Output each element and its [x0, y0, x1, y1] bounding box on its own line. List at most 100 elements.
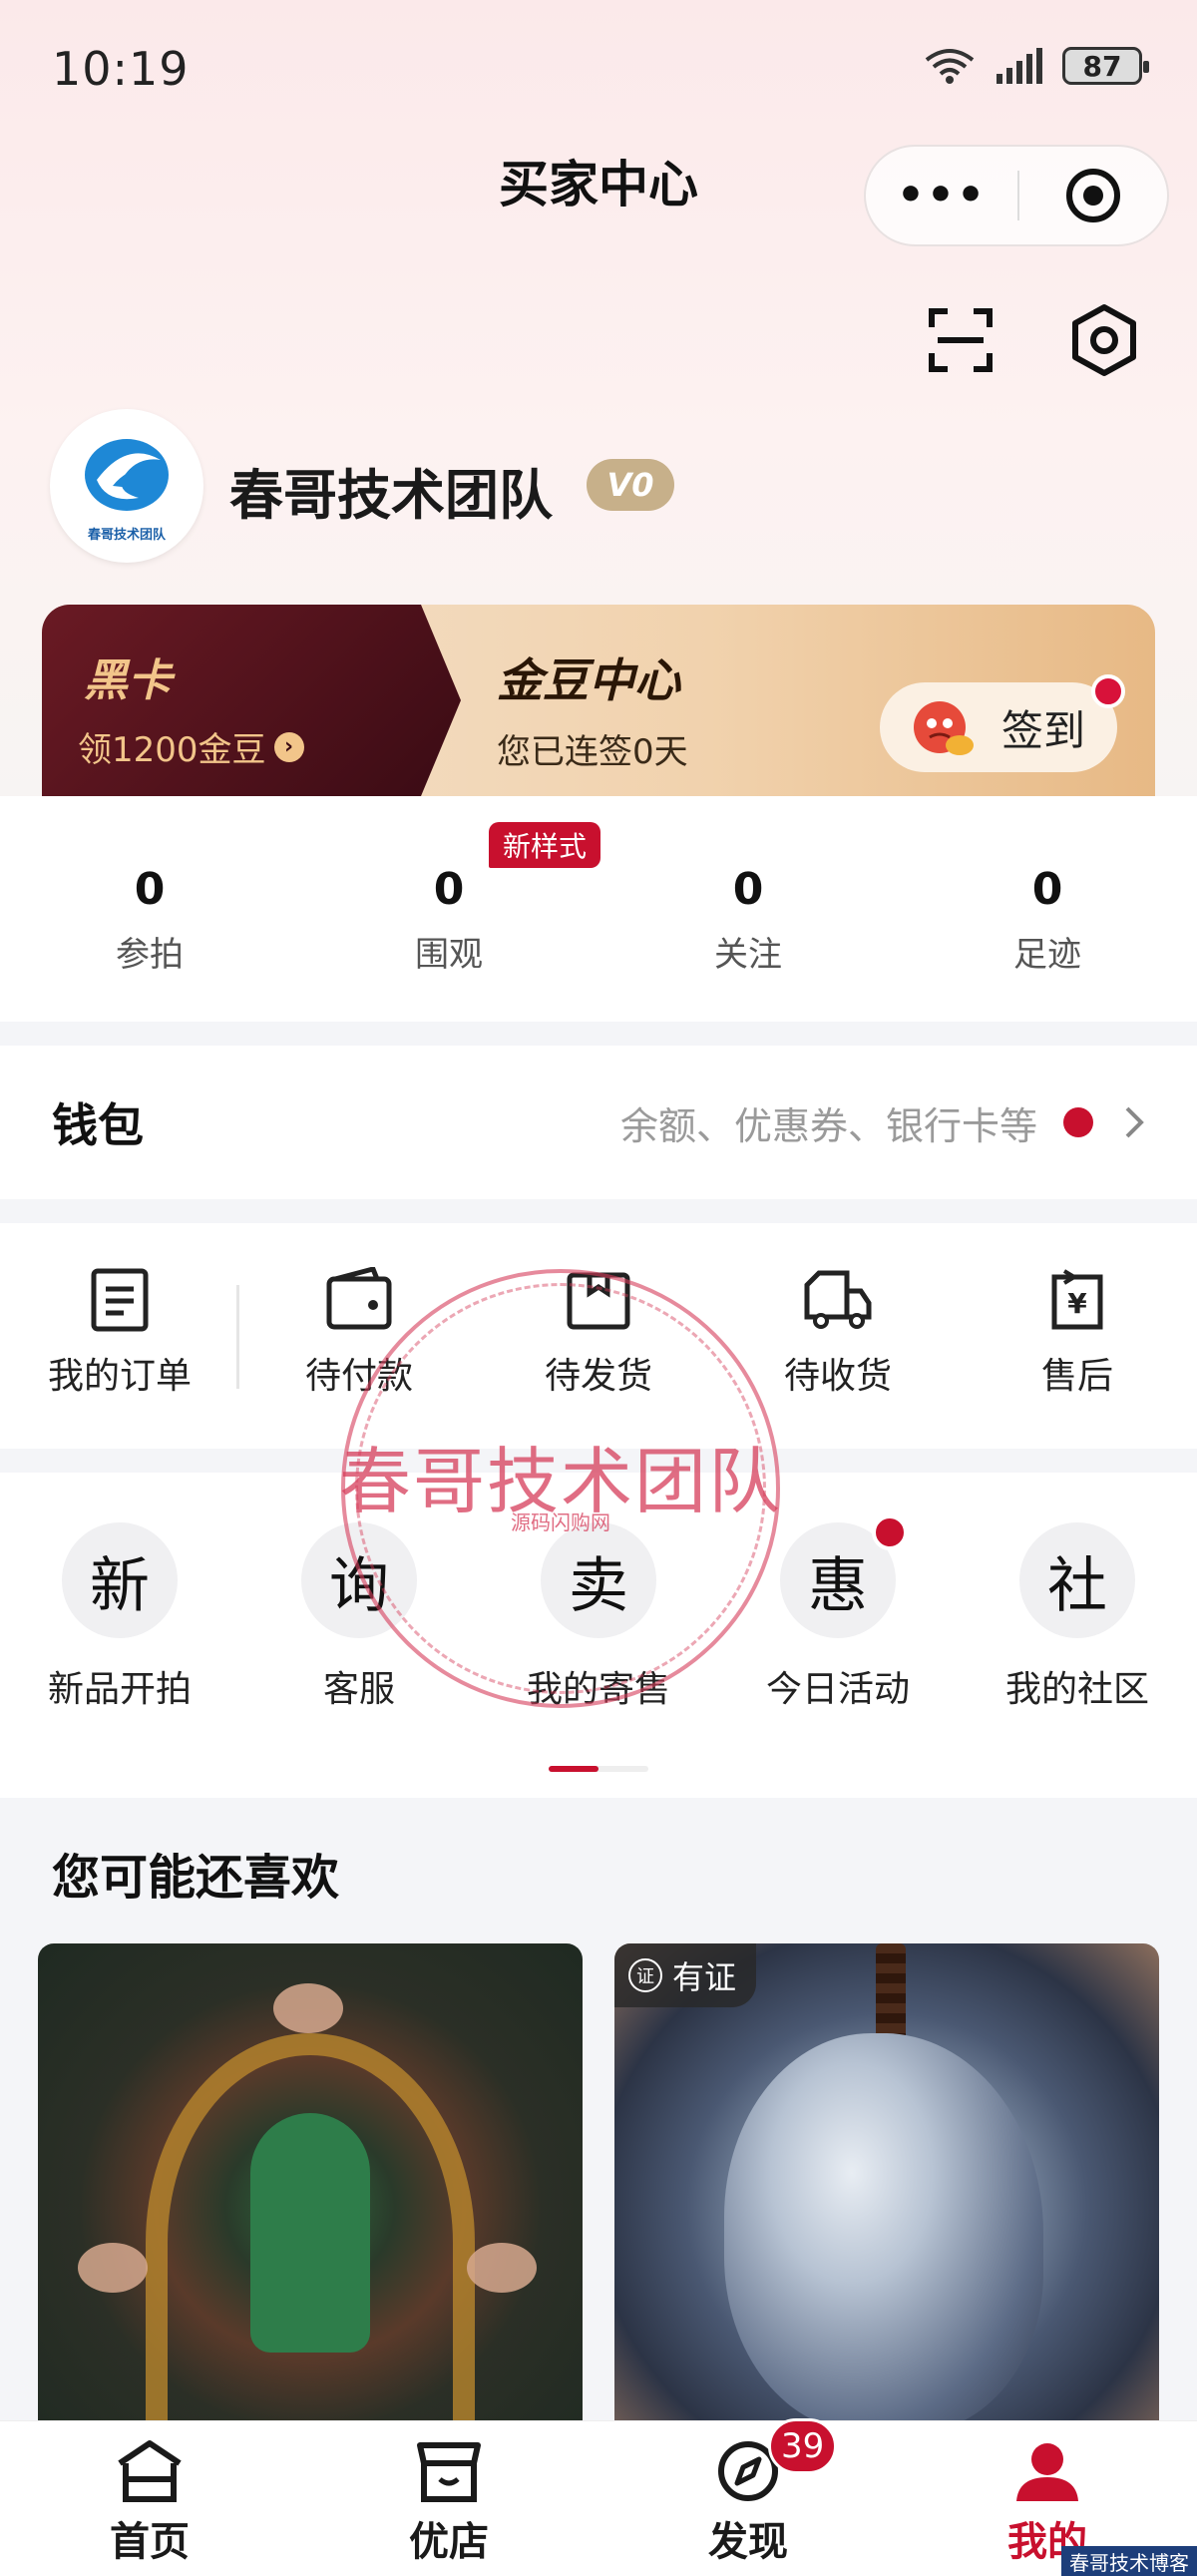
orders-divider [236, 1285, 239, 1389]
status-icons: 87 [923, 46, 1149, 86]
service-today-activities[interactable]: 惠 今日活动 [718, 1473, 958, 1798]
discover-badge: 39 [768, 2418, 838, 2474]
mini-program-capsule: ••• [864, 145, 1169, 246]
black-card-title: 黑卡 [84, 655, 172, 706]
close-button[interactable] [1019, 168, 1167, 223]
service-label: 今日活动 [765, 1669, 910, 1710]
chevron-right-icon: › [273, 731, 304, 762]
stat-footprints[interactable]: 0 足迹 [898, 796, 1197, 1022]
stat-number: 0 [134, 864, 166, 915]
service-label: 新品开拍 [47, 1669, 192, 1710]
avatar[interactable]: 春哥技术团队 [50, 409, 203, 563]
corner-watermark: 春哥技术博客 [1061, 2546, 1197, 2576]
status-time: 10:19 [52, 42, 190, 96]
wallet-description: 余额、优惠券、银行卡等 [619, 1103, 1037, 1148]
order-label: 待收货 [783, 1356, 892, 1397]
user-icon [1016, 2443, 1078, 2501]
community-glyph-icon: 社 [1019, 1522, 1135, 1638]
jade-pendant [724, 2033, 1043, 2422]
order-item-pending-shipment[interactable]: 待发货 [479, 1223, 718, 1449]
thangka-flower [467, 2243, 537, 2293]
order-label: 待发货 [544, 1356, 652, 1397]
service-community[interactable]: 社 我的社区 [958, 1473, 1197, 1798]
page-indicator [549, 1766, 648, 1772]
activity-notification-dot [872, 1514, 908, 1550]
services-row: 新 新品开拍 询 客服 卖 我的寄售 惠 今日活动 社 我的社区 [0, 1473, 1197, 1798]
membership-banner: 黑卡 领1200金豆 › 金豆中心 您已连签0天 签到 [42, 605, 1155, 796]
order-list-icon [91, 1268, 149, 1332]
gold-bean-subtitle: 您已连签0天 [497, 732, 688, 772]
certified-badge: 证 有证 [614, 1943, 757, 2007]
service-consignment[interactable]: 卖 我的寄售 [479, 1473, 718, 1798]
signin-label: 签到 [1001, 705, 1086, 755]
tab-home[interactable]: 首页 [0, 2421, 299, 2576]
gear-icon [1072, 304, 1136, 376]
stat-number: 0 [1031, 864, 1063, 915]
service-label: 我的寄售 [526, 1669, 670, 1710]
refund-icon: ¥ [1051, 1269, 1103, 1330]
signin-notification-dot [1091, 674, 1125, 708]
stat-label: 参拍 [116, 935, 184, 975]
black-card-section[interactable]: 黑卡 领1200金豆 › [42, 605, 461, 796]
scan-button[interactable] [928, 307, 994, 377]
tab-shop[interactable]: 优店 [299, 2421, 598, 2576]
chevron-right-icon [1125, 1106, 1144, 1138]
status-bar: 10:19 87 [0, 0, 1197, 140]
tab-discover[interactable]: 发现 [598, 2421, 898, 2576]
scan-icon [929, 308, 993, 372]
settings-button[interactable] [1067, 303, 1141, 381]
tab-label: 首页 [110, 2519, 190, 2565]
battery-level: 87 [1082, 49, 1122, 83]
certified-label: 有证 [672, 1958, 737, 1996]
home-icon [118, 2440, 182, 2502]
svg-text:¥: ¥ [1067, 1287, 1087, 1320]
team-logo-icon [85, 438, 169, 511]
product-card-jade[interactable]: 证 有证 [614, 1943, 1159, 2422]
thangka-flower [78, 2243, 148, 2293]
order-item-my-orders[interactable]: 我的订单 [0, 1223, 239, 1449]
order-item-pending-payment[interactable]: 待付款 [239, 1223, 479, 1449]
stat-bids[interactable]: 0 参拍 [0, 796, 299, 1022]
black-card-offer: 领1200金豆 [78, 730, 266, 770]
order-label: 待付款 [304, 1356, 413, 1397]
mascot-icon [914, 701, 974, 755]
wallet-notification-dot [1063, 1107, 1093, 1137]
target-icon [1066, 169, 1120, 222]
signal-icon [997, 48, 1042, 84]
certificate-icon: 证 [628, 1958, 662, 1992]
more-button[interactable]: ••• [866, 174, 1017, 217]
wallet-row[interactable]: 钱包 余额、优惠券、银行卡等 [0, 1046, 1197, 1199]
tab-label: 优店 [409, 2519, 489, 2565]
wallet-icon [326, 1267, 392, 1330]
truck-icon [804, 1270, 872, 1329]
order-label: 售后 [1040, 1356, 1113, 1397]
wallet-title: 钱包 [52, 1098, 144, 1152]
service-new-auction[interactable]: 新 新品开拍 [0, 1473, 239, 1798]
service-customer-support[interactable]: 询 客服 [239, 1473, 479, 1798]
thangka-figure [250, 2113, 370, 2353]
recommend-title: 您可能还喜欢 [52, 1850, 340, 1906]
gold-bean-title[interactable]: 金豆中心 [497, 644, 680, 710]
order-item-pending-receipt[interactable]: 待收货 [718, 1223, 958, 1449]
order-item-after-sales[interactable]: ¥ 售后 [958, 1223, 1197, 1449]
stat-following[interactable]: 0 关注 [598, 796, 898, 1022]
stat-number: 0 [732, 864, 764, 915]
level-badge[interactable]: V0 [587, 459, 674, 511]
sell-glyph-icon: 卖 [541, 1522, 656, 1638]
username: 春哥技术团队 [229, 464, 553, 527]
new-style-badge: 新样式 [489, 822, 601, 868]
signin-button[interactable]: 签到 [880, 682, 1117, 772]
product-card-thangka[interactable] [38, 1943, 583, 2422]
stat-label: 围观 [415, 935, 483, 975]
new-glyph-icon: 新 [62, 1522, 178, 1638]
stat-label: 足迹 [1013, 935, 1081, 975]
box-icon [567, 1272, 630, 1330]
stat-number: 0 [433, 864, 465, 915]
bottom-tab-bar: 首页 优店 发现 我的 [0, 2420, 1197, 2576]
thangka-flower [273, 1983, 343, 2033]
service-label: 我的社区 [1004, 1669, 1149, 1710]
black-card-subtitle: 领1200金豆 › [78, 722, 304, 771]
avatar-logo-text: 春哥技术团队 [87, 527, 166, 543]
shop-icon [417, 2442, 481, 2502]
order-label: 我的订单 [47, 1356, 192, 1397]
